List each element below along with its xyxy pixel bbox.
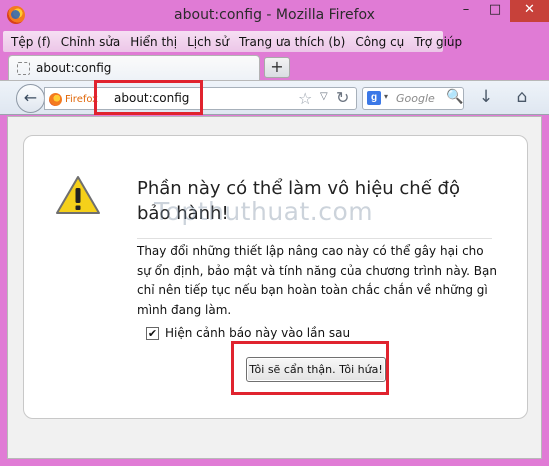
maximize-button[interactable]: □: [481, 0, 509, 22]
menu-tools[interactable]: Công cụ: [350, 35, 409, 49]
search-input[interactable]: Google: [396, 92, 435, 105]
warning-box: Phần này có thể làm vô hiệu chế độ bảo h…: [23, 135, 528, 419]
menu-view[interactable]: Hiển thị: [125, 35, 182, 49]
navigation-toolbar: ← Firefox about:config ☆ ▽ ↻ g ▾ Google …: [0, 80, 549, 115]
menu-help[interactable]: Trợ giúp: [409, 35, 467, 49]
show-warning-checkbox[interactable]: ✔: [146, 326, 159, 340]
menu-bar: Tệp (f) Chỉnh sửa Hiển thị Lịch sử Trang…: [3, 31, 462, 52]
warning-icon: [56, 176, 100, 214]
menu-edit[interactable]: Chỉnh sửa: [56, 35, 126, 49]
history-dropdown-icon[interactable]: ▽: [320, 91, 328, 102]
url-bar[interactable]: Firefox about:config ☆ ▽ ↻: [44, 87, 357, 110]
title-bar: about:config - Mozilla Firefox – □ ✕: [0, 0, 549, 31]
page-content: Phần này có thể làm vô hiệu chế độ bảo h…: [7, 116, 542, 459]
bookmark-star-icon[interactable]: ☆: [298, 89, 312, 108]
tab-strip: about:config +: [0, 52, 549, 80]
close-button[interactable]: ✕: [510, 0, 549, 22]
url-input[interactable]: about:config: [114, 91, 189, 105]
tab-about-config[interactable]: about:config: [8, 55, 260, 80]
search-go-icon[interactable]: 🔍: [446, 89, 463, 105]
new-tab-button[interactable]: +: [264, 57, 290, 78]
menu-bookmarks[interactable]: Trang ưa thích (b): [234, 35, 350, 49]
watermark-text: Topthuthuat.com: [154, 197, 374, 226]
identity-box[interactable]: Firefox: [49, 91, 98, 107]
download-icon[interactable]: ↓: [477, 88, 495, 106]
reload-icon[interactable]: ↻: [336, 88, 349, 107]
show-warning-row[interactable]: ✔ Hiện cảnh báo này vào lần sau: [146, 326, 350, 340]
menu-history[interactable]: Lịch sử: [182, 35, 234, 49]
google-engine-icon[interactable]: g: [367, 91, 381, 105]
tab-label: about:config: [36, 61, 112, 75]
confirm-button[interactable]: Tôi sẽ cẩn thận. Tôi hứa!: [246, 357, 386, 382]
engine-dropdown-icon[interactable]: ▾: [384, 92, 388, 101]
window-frame: about:config - Mozilla Firefox – □ ✕ Tệp…: [0, 0, 549, 466]
minimize-button[interactable]: –: [452, 0, 480, 22]
back-button[interactable]: ←: [16, 84, 45, 113]
search-bar[interactable]: g ▾ Google 🔍: [362, 87, 464, 110]
warning-body: Thay đổi những thiết lập nâng cao này có…: [137, 244, 497, 317]
page-favicon-icon: [17, 62, 30, 75]
identity-label: Firefox: [65, 93, 99, 105]
title-divider: [137, 238, 492, 239]
menu-file[interactable]: Tệp (f): [6, 35, 56, 49]
home-icon[interactable]: ⌂: [512, 87, 532, 107]
show-warning-label[interactable]: Hiện cảnh báo này vào lần sau: [165, 326, 350, 340]
firefox-identity-icon: [49, 92, 62, 106]
